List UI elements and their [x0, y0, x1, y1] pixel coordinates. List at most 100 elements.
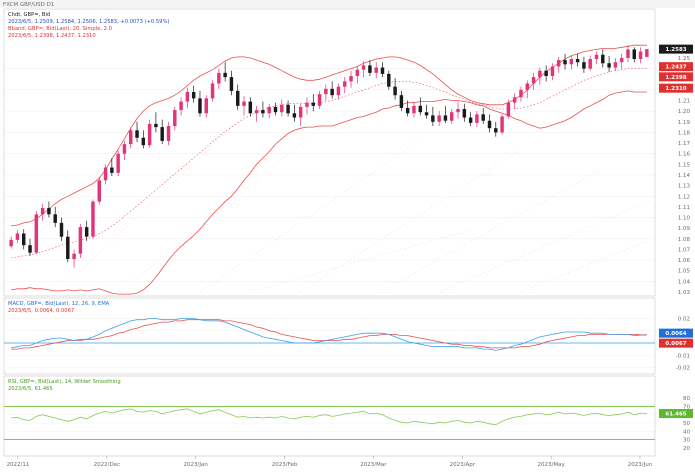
- candle-body: [500, 116, 504, 133]
- rsi-axis[interactable]: 80706050403020: [683, 396, 690, 452]
- price-tick-label: 1.14: [678, 173, 691, 179]
- chart-window: FXCM GBP/USD D1 1.261.251.241.231.221.21…: [0, 0, 695, 470]
- candle: [91, 199, 95, 239]
- candle-body: [40, 207, 45, 215]
- candle: [210, 80, 215, 102]
- candle-body: [632, 49, 636, 60]
- price-tick-label: 1.19: [678, 120, 691, 126]
- candle-body: [575, 59, 580, 63]
- macd-tick-label: -0.01: [676, 353, 690, 359]
- rsi-tick-label: 20: [683, 446, 690, 452]
- candle-body: [122, 144, 127, 154]
- date-tick-label: 2023/Jun: [628, 462, 653, 468]
- candle-body: [443, 115, 448, 121]
- candle-body: [638, 51, 643, 60]
- date-tick-label: 2022/11: [7, 462, 30, 468]
- candle-body: [78, 227, 83, 254]
- candle-body: [273, 106, 278, 113]
- date-tick-label: 2023/Feb: [272, 462, 298, 468]
- price-tick-label: 1.18: [678, 130, 691, 136]
- candle: [34, 211, 39, 254]
- price-tick-label: 1.06: [678, 258, 691, 264]
- price-tick-label: 1.08: [678, 237, 691, 243]
- date-tick-label: 2023/Mar: [360, 462, 387, 468]
- candle-body: [254, 110, 259, 114]
- candle-body: [506, 102, 511, 117]
- date-tick-label: 2023/Apr: [450, 462, 476, 468]
- candle-body: [324, 88, 328, 95]
- candle-body: [601, 54, 605, 64]
- price-tick-label: 1.25: [678, 56, 691, 62]
- candle-body: [66, 236, 70, 260]
- candle: [500, 114, 504, 135]
- price-tick-label: 1.11: [678, 205, 690, 211]
- macd-pane[interactable]: [3, 297, 656, 375]
- price-tick-label: 1.15: [678, 162, 691, 168]
- price-badge-text: 1.2310: [665, 86, 686, 92]
- candle-body: [475, 114, 479, 123]
- price-badge-text: 1.2437: [665, 65, 686, 71]
- candle-body: [236, 90, 240, 106]
- date-axis[interactable]: 2022/11 2022/Dec 2023/Jan 2023/Feb 2023/Mar 2…: [7, 456, 653, 468]
- candle-body: [387, 73, 391, 87]
- price-axis[interactable]: 1.261.251.241.231.221.211.201.191.181.17…: [678, 45, 691, 296]
- macd-tick-label: -0.02: [676, 366, 690, 372]
- price-pane[interactable]: [3, 8, 656, 297]
- candle-body: [582, 62, 586, 69]
- rsi-tick-label: 50: [683, 421, 690, 427]
- candle-body: [538, 70, 542, 78]
- candle-body: [343, 81, 347, 87]
- candle-body: [204, 98, 208, 114]
- candle-body: [97, 180, 101, 202]
- candle-body: [223, 72, 227, 78]
- candle-body: [305, 102, 309, 107]
- candle-body: [412, 105, 416, 114]
- price-badge: 1.2583: [659, 44, 693, 54]
- candle-body: [267, 106, 271, 114]
- macd-badge: 0.0064: [659, 328, 693, 338]
- candle-body: [191, 92, 196, 99]
- candle-body: [28, 245, 32, 253]
- candle-body: [135, 130, 139, 138]
- candle-body: [450, 112, 454, 121]
- date-tick-label: 2022/Dec: [94, 462, 121, 468]
- candle-body: [292, 113, 297, 118]
- candle-body: [103, 167, 108, 181]
- candle-body: [349, 76, 353, 82]
- candle-body: [91, 201, 95, 237]
- candle-body: [531, 77, 536, 84]
- date-tick-label: 2023/May: [538, 462, 566, 468]
- candle-body: [154, 123, 158, 128]
- candle-body: [481, 114, 485, 121]
- candle: [78, 223, 83, 258]
- candle-body: [34, 214, 39, 253]
- candle-body: [355, 69, 360, 77]
- candle-body: [185, 92, 190, 102]
- price-tick-label: 1.20: [678, 109, 691, 115]
- candle-body: [179, 101, 183, 111]
- price-badge-text: 1.2398: [665, 75, 686, 81]
- candle-body: [298, 106, 303, 118]
- legend-macd-values: 2023/6/5, 0.0064, 0.0067: [8, 308, 74, 314]
- candle-body: [129, 130, 133, 145]
- price-tick-label: 1.07: [678, 247, 691, 253]
- price-tick-label: 1.04: [678, 279, 691, 285]
- price-tick-label: 1.05: [678, 269, 691, 275]
- chart-svg: FXCM GBP/USD D1 1.261.251.241.231.221.21…: [0, 0, 695, 468]
- legend-bband-values: 2023/6/5, 1.2398, 1.2437, 1.2310: [8, 33, 96, 39]
- candle-body: [72, 253, 76, 260]
- price-badge: 1.2398: [659, 72, 693, 82]
- candle-body: [374, 67, 378, 73]
- candle-body: [431, 115, 435, 122]
- candle-body: [613, 62, 618, 68]
- candle-body: [9, 239, 13, 247]
- candle-body: [141, 137, 146, 146]
- candle-body: [525, 83, 529, 90]
- price-badge: 1.2437: [659, 62, 693, 72]
- candle-body: [626, 49, 630, 58]
- signal-badge-text: 0.0067: [665, 341, 686, 347]
- candle-body: [261, 110, 265, 114]
- price-tick-label: 1.21: [678, 99, 690, 105]
- candle-body: [336, 86, 341, 96]
- candle-body: [217, 72, 221, 84]
